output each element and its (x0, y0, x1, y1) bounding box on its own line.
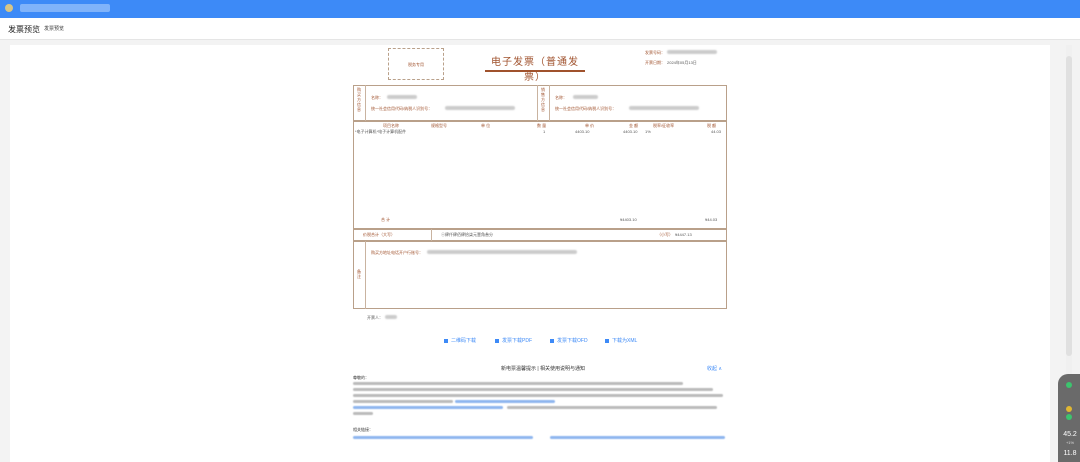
seller-tax-value (629, 106, 699, 110)
invoice-number-value (667, 50, 717, 54)
download-icon (550, 338, 554, 343)
page-header: 发票预览 发票预览 (0, 18, 1080, 40)
notice-text-line (353, 382, 683, 385)
metric-value-2: 11.8 (1063, 450, 1077, 457)
buyer-name-label: 名称： (371, 95, 383, 100)
breadcrumb[interactable]: 发票预览 (44, 25, 64, 32)
metric-sub-1: +1% (1065, 440, 1075, 445)
items-section (353, 121, 727, 229)
download-xml-label: 下载为XML (612, 338, 638, 344)
divider (431, 229, 432, 241)
buyer-tax-value (445, 106, 515, 110)
status-green-icon (1066, 382, 1072, 388)
seller-name-value (573, 95, 598, 99)
invoice-number-label: 发票号码： (645, 50, 665, 55)
metric-value-1: 45.2 (1063, 431, 1077, 438)
col-header-rate: 税率/征收率 (653, 123, 675, 128)
grand-total-small-label: （小写） (657, 232, 673, 237)
total-label: 合 计 (381, 217, 391, 222)
app-name (20, 4, 110, 12)
total-tax: ¥44.03 (705, 217, 718, 222)
collapse-toggle[interactable]: 收起 ∧ (707, 365, 722, 372)
item-rate: 1% (645, 129, 651, 134)
remarks-line-label: 购买方地址电话开户行账号： (371, 250, 423, 255)
related-link[interactable] (550, 436, 725, 439)
invoice-document: 税务专用 电子发票（普通发票） 发票号码： 开票日期： 2024年05月13日 … (345, 45, 730, 462)
item-tax: 44.03 (711, 129, 722, 134)
buyer-name-value (387, 95, 417, 99)
download-xml-button[interactable]: 下载为XML (605, 337, 637, 344)
divider (549, 85, 550, 121)
notice-text-line (507, 406, 717, 409)
download-qrcode-button[interactable]: 二维码下载 (444, 337, 476, 344)
remarks-line-value (427, 250, 577, 254)
grand-total-capital: ⓧ肆仟肆佰肆拾柒元壹角叁分 (441, 232, 493, 237)
tax-stamp-area: 税务专用 (388, 48, 444, 80)
page-title: 发票预览 (8, 25, 40, 34)
divider (365, 85, 366, 121)
download-icon (495, 338, 499, 343)
invoice-preview-panel: 税务专用 电子发票（普通发票） 发票号码： 开票日期： 2024年05月13日 … (10, 45, 1050, 462)
buyer-tax-label: 统一社会信用代码/纳税人识别号： (371, 106, 433, 111)
top-navigation-bar (0, 0, 1080, 18)
invoice-date-label: 开票日期： (645, 60, 665, 65)
download-pdf-label: 发票下载PDF (502, 338, 533, 344)
notice-greeting: 尊敬的： (353, 375, 369, 380)
notice-text-line (353, 412, 373, 415)
grand-total-small-value: ¥4447.13 (675, 232, 692, 237)
seller-name-label: 名称： (555, 95, 567, 100)
related-links-heading: 相关链接： (353, 427, 373, 432)
issuer-label: 开票人： (367, 315, 383, 320)
seller-side-label: 销售方信息 (541, 87, 545, 112)
stamp-label: 税务专用 (408, 62, 424, 67)
total-amount: ¥4403.10 (620, 217, 637, 222)
buyer-side-label: 购买方信息 (357, 87, 361, 112)
divider (537, 85, 538, 121)
seller-tax-label: 统一社会信用代码/纳税人识别号： (555, 106, 617, 111)
notice-text-line (353, 400, 453, 403)
download-qrcode-label: 二维码下载 (451, 338, 477, 344)
col-header-unit: 单 位 (481, 123, 491, 128)
download-ofd-label: 发票下载OFD (557, 338, 588, 344)
download-pdf-button[interactable]: 发票下载PDF (495, 337, 532, 344)
col-header-spec: 规格型号 (431, 123, 447, 128)
download-ofd-button[interactable]: 发票下载OFD (550, 337, 588, 344)
notice-text-line (353, 388, 713, 391)
notice-text-line (353, 394, 723, 397)
scrollbar-thumb[interactable] (1066, 56, 1072, 356)
divider (365, 241, 366, 309)
notice-title: 新电票温馨提示 | 相关使用说明与通知 (500, 366, 586, 372)
related-link[interactable] (353, 436, 533, 439)
download-icon (605, 338, 609, 343)
item-qty: 1 (543, 129, 546, 134)
issuer-value (385, 315, 397, 319)
item-name: *电子计算机*电子计算机配件 (355, 129, 407, 134)
invoice-title: 电子发票（普通发票） (491, 57, 579, 83)
download-icon (444, 338, 448, 343)
floating-status-panel[interactable]: 45.2 +1% 11.8 (1058, 374, 1080, 462)
title-underline (485, 70, 585, 72)
remarks-side-label: 备注 (357, 269, 361, 279)
notice-url-link[interactable] (353, 406, 503, 409)
invoice-date-value: 2024年05月13日 (667, 60, 697, 65)
status-yellow-icon (1066, 406, 1072, 412)
item-amount: 4403.10 (623, 129, 638, 134)
notice-url-link[interactable] (455, 400, 555, 403)
grand-total-label: 价税合计（大写） (363, 232, 395, 237)
item-price: 4403.10 (575, 129, 590, 134)
app-logo-icon[interactable] (4, 3, 16, 13)
download-actions: 二维码下载 发票下载PDF 发票下载OFD 下载为XML (440, 337, 660, 347)
status-green-icon (1066, 414, 1072, 420)
